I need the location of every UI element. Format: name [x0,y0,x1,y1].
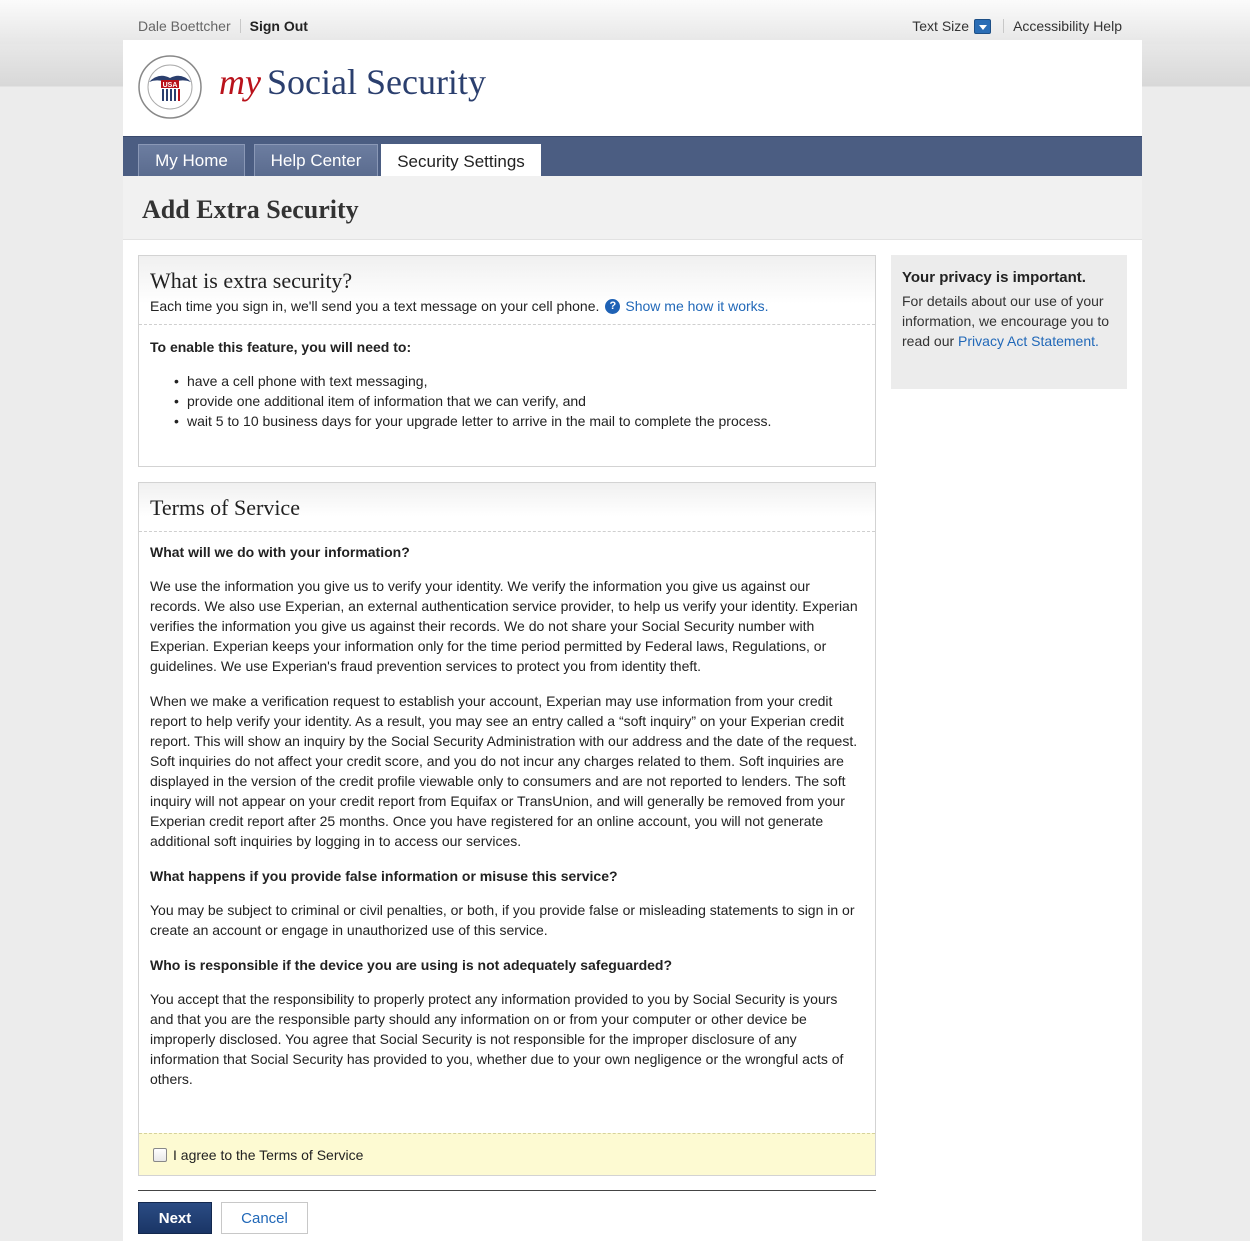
site-header: USA my Social Security [123,40,1142,136]
help-icon[interactable]: ? [605,298,621,314]
top-utility-bar: Dale Boettcher Sign Out Text Size Access… [0,0,1250,44]
accessibility-help-link[interactable]: Accessibility Help [1013,18,1122,34]
tab-label: Security Settings [397,151,525,171]
main-nav: My Home Help Center Security Settings [123,136,1142,178]
divider [239,19,241,33]
cancel-button[interactable]: Cancel [221,1202,308,1234]
tab-label: My Home [155,151,228,170]
extra-security-heading: What is extra security? [150,268,353,293]
intro-sentence: Each time you sign in, we'll send you a … [150,298,600,314]
ssa-seal-logo: USA [138,55,202,119]
tab-help-center[interactable]: Help Center [254,144,378,177]
requirements-list: have a cell phone with text messaging, p… [174,371,864,431]
page-title: Add Extra Security [142,195,359,224]
intro-text: Each time you sign in, we'll send you a … [150,298,864,324]
agree-checkbox[interactable] [153,1147,167,1162]
terms-of-service-panel: Terms of Service What will we do with yo… [138,482,876,1176]
tab-my-home[interactable]: My Home [138,144,245,177]
requirements-section: To enable this feature, you will need to… [139,325,875,443]
extra-security-panel: What is extra security? Each time you si… [138,255,876,467]
text-size-control[interactable]: Text Size [912,18,992,34]
privacy-sidebar: Your privacy is important. For details a… [891,255,1127,389]
terms-paragraph: When we make a verification request to e… [150,693,858,849]
next-button[interactable]: Next [138,1202,212,1234]
actions-divider [138,1190,876,1191]
seal-usa-text: USA [163,82,178,89]
privacy-act-link[interactable]: Privacy Act Statement. [958,333,1099,349]
terms-question: What happens if you provide false inform… [150,868,618,884]
terms-question: What will we do with your information? [150,544,410,560]
page-title-bar: Add Extra Security [123,176,1142,240]
terms-body: What will we do with your information? W… [139,532,875,1116]
text-size-label: Text Size [912,18,970,34]
list-item: wait 5 to 10 business days for your upgr… [174,411,864,431]
tab-label: Help Center [270,151,362,170]
user-name: Dale Boettcher [138,18,231,34]
terms-question: Who is responsible if the device you are… [150,957,673,973]
site-logo-text[interactable]: my Social Security [219,61,486,103]
logo-my: my [219,62,261,102]
requirements-heading: To enable this feature, you will need to… [150,339,412,355]
agree-label[interactable]: I agree to the Terms of Service [173,1147,363,1163]
sign-out-link[interactable]: Sign Out [250,18,308,34]
divider [1003,19,1005,33]
tab-security-settings[interactable]: Security Settings [381,144,541,178]
logo-social-security: Social Security [266,62,486,102]
list-item: have a cell phone with text messaging, [174,371,864,391]
privacy-heading: Your privacy is important. [902,269,1086,286]
list-item: provide one additional item of informati… [174,391,864,411]
terms-heading: Terms of Service [150,495,300,520]
panel-header: What is extra security? Each time you si… [139,256,875,324]
terms-paragraph: You may be subject to criminal or civil … [150,902,855,938]
panel-header: Terms of Service [139,483,875,531]
page-container: USA my Social Security My Home Help Cente… [123,40,1142,1241]
terms-paragraph: You accept that the responsibility to pr… [150,991,844,1087]
terms-paragraph: We use the information you give us to ve… [150,578,858,674]
show-how-it-works-link[interactable]: Show me how it works. [625,298,768,314]
chevron-down-icon[interactable] [974,18,992,34]
agree-row[interactable]: I agree to the Terms of Service [139,1133,875,1175]
